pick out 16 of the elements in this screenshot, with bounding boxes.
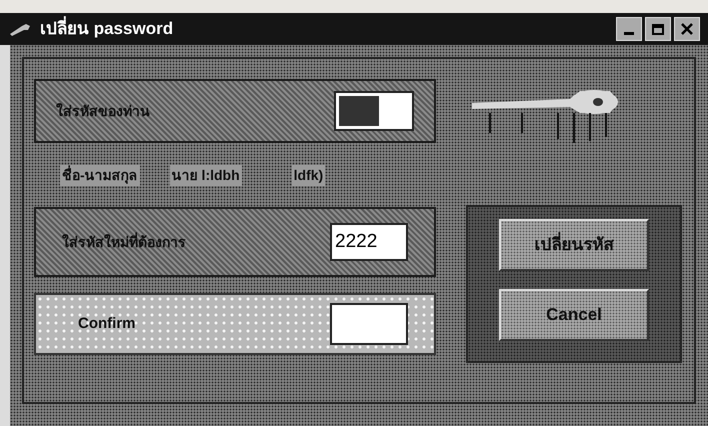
close-button[interactable]: [674, 17, 700, 41]
old-password-label: ใส่รหัสของท่าน: [56, 102, 150, 120]
name-label: ชื่อ-นามสกุล: [60, 164, 140, 186]
cancel-button[interactable]: Cancel: [499, 289, 649, 341]
new-password-label: ใส่รหัสใหม่ที่ต้องการ: [62, 232, 186, 252]
new-password-field[interactable]: 2222: [330, 223, 408, 261]
close-icon: [681, 23, 693, 35]
maximize-button[interactable]: [645, 17, 671, 41]
confirm-field[interactable]: [330, 303, 408, 345]
name-value: นาย l:ldbh: [170, 164, 242, 186]
window-title: เปลี่ยน password: [40, 16, 174, 42]
old-password-field[interactable]: [334, 91, 414, 131]
change-password-button[interactable]: เปลี่ยนรหัส: [499, 219, 649, 271]
minimize-button[interactable]: [616, 17, 642, 41]
name-note: ldfk): [292, 164, 326, 186]
confirm-label: Confirm: [78, 314, 136, 334]
